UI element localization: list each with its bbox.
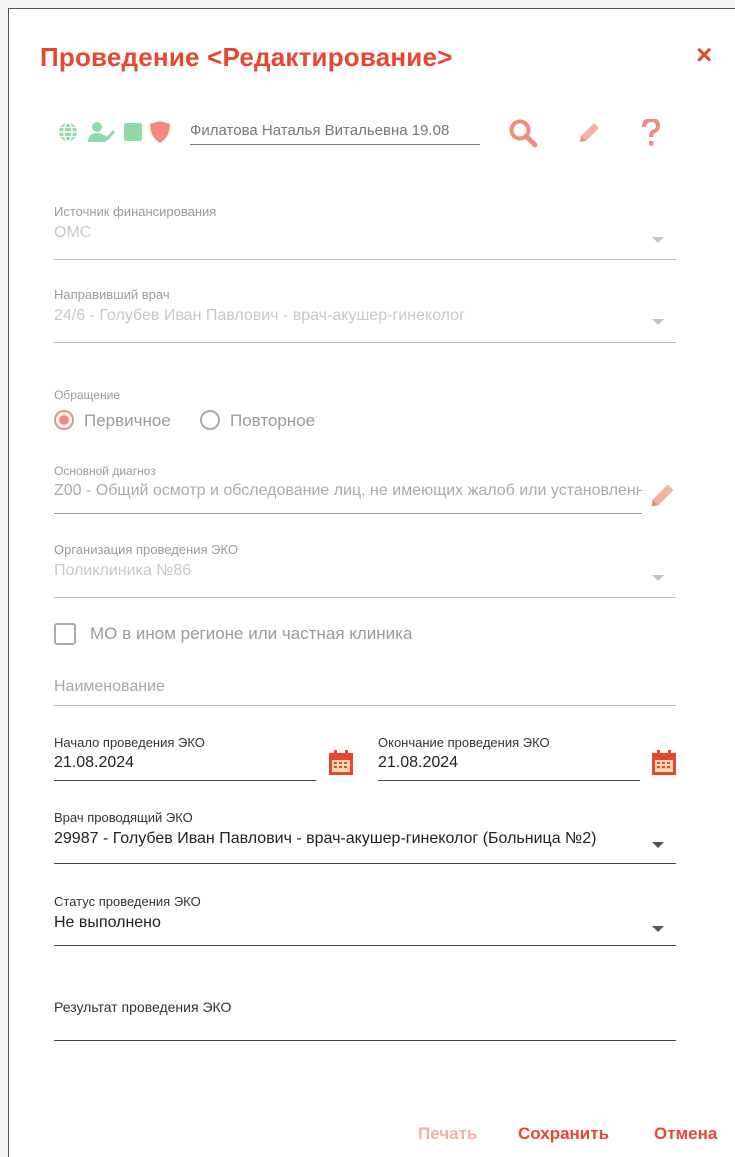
- result-label: Результат проведения ЭКО: [54, 999, 232, 1015]
- end-date-input[interactable]: Окончание проведения ЭКО 21.08.2024: [378, 735, 640, 781]
- start-date-value: 21.08.2024: [54, 754, 135, 771]
- performing-doctor-label: Врач проводящий ЭКО: [54, 810, 193, 825]
- result-underline: [54, 1040, 676, 1041]
- performing-doctor-value: 29987 - Голубев Иван Павлович - врач-аку…: [54, 830, 597, 847]
- diagnosis-label: Основной диагноз: [54, 464, 156, 478]
- referring-doctor-underline: [54, 342, 676, 343]
- save-button[interactable]: Сохранить: [518, 1124, 609, 1144]
- end-date-value: 21.08.2024: [378, 754, 459, 771]
- funding-value: ОМС: [54, 224, 92, 241]
- funding-underline: [54, 259, 676, 260]
- organization-value: Поликлиника №86: [54, 562, 192, 579]
- window-shadow-left: [0, 0, 8, 1157]
- status-select[interactable]: Статус проведения ЭКО Не выполнено: [54, 894, 676, 946]
- appeal-radio-repeat[interactable]: [200, 410, 220, 430]
- chevron-down-icon[interactable]: [652, 575, 664, 581]
- organization-label: Организация проведения ЭКО: [54, 542, 239, 557]
- organization-underline: [54, 597, 676, 598]
- diagnosis-field[interactable]: Основной диагноз Z00 - Общий осмотр и об…: [54, 464, 642, 514]
- performing-doctor-select[interactable]: Врач проводящий ЭКО 29987 - Голубев Иван…: [54, 810, 676, 864]
- name-input[interactable]: Наименование: [54, 676, 676, 706]
- patient-name[interactable]: Филатова Наталья Витальевна 19.08: [190, 122, 480, 145]
- appeal-radio-primary[interactable]: [54, 410, 74, 430]
- user-check-icon[interactable]: [88, 120, 116, 149]
- performing-doctor-underline: [54, 863, 676, 864]
- referring-doctor-label: Направивший врач: [54, 287, 170, 302]
- other-region-label[interactable]: МО в ином регионе или частная клиника: [90, 624, 412, 644]
- diagnosis-edit-pencil-icon[interactable]: [647, 481, 677, 516]
- end-date-label: Окончание проведения ЭКО: [378, 735, 550, 750]
- patient-toolbar: Филатова Наталья Витальевна 19.08: [58, 117, 678, 151]
- status-value: Не выполнено: [54, 914, 161, 931]
- shield-icon[interactable]: [150, 121, 170, 148]
- pencil-icon[interactable]: [576, 120, 602, 151]
- name-underline: [54, 705, 676, 706]
- end-date-underline: [378, 780, 640, 781]
- funding-select[interactable]: Источник финансирования ОМС: [54, 204, 676, 260]
- start-date-underline: [54, 780, 316, 781]
- appeal-option-repeat[interactable]: Повторное: [230, 411, 315, 431]
- card-icon[interactable]: [124, 123, 142, 146]
- chevron-down-icon[interactable]: [652, 319, 664, 325]
- result-input[interactable]: Результат проведения ЭКО: [54, 999, 676, 1041]
- print-button[interactable]: Печать: [418, 1124, 477, 1144]
- globe-icon[interactable]: [58, 122, 78, 147]
- cancel-button[interactable]: Отмена: [654, 1124, 717, 1144]
- appeal-label: Обращение: [54, 388, 120, 402]
- diagnosis-underline: [54, 513, 642, 514]
- search-icon[interactable]: [508, 118, 538, 153]
- calendar-icon[interactable]: [651, 750, 677, 776]
- status-underline: [54, 945, 676, 946]
- dialog-title: Проведение <Редактирование>: [40, 42, 453, 72]
- appeal-option-primary[interactable]: Первичное: [84, 411, 171, 431]
- referring-doctor-select[interactable]: Направивший врач 24/6 - Голубев Иван Пав…: [54, 287, 676, 343]
- chevron-down-icon[interactable]: [652, 842, 664, 848]
- window-shadow-top: [0, 0, 735, 8]
- start-date-label: Начало проведения ЭКО: [54, 735, 205, 750]
- referring-doctor-value: 24/6 - Голубев Иван Павлович - врач-акуш…: [54, 307, 465, 324]
- organization-select[interactable]: Организация проведения ЭКО Поликлиника №…: [54, 542, 676, 598]
- chevron-down-icon[interactable]: [652, 926, 664, 932]
- start-date-input[interactable]: Начало проведения ЭКО 21.08.2024: [54, 735, 316, 781]
- calendar-icon[interactable]: [328, 750, 354, 776]
- chevron-down-icon[interactable]: [652, 237, 664, 243]
- status-label: Статус проведения ЭКО: [54, 894, 201, 909]
- close-icon[interactable]: ×: [696, 40, 712, 70]
- other-region-checkbox[interactable]: [54, 623, 76, 645]
- funding-label: Источник финансирования: [54, 204, 217, 219]
- diagnosis-value: Z00 - Общий осмотр и обследование лиц, н…: [54, 482, 642, 499]
- help-icon[interactable]: [642, 117, 661, 152]
- name-placeholder: Наименование: [54, 678, 165, 695]
